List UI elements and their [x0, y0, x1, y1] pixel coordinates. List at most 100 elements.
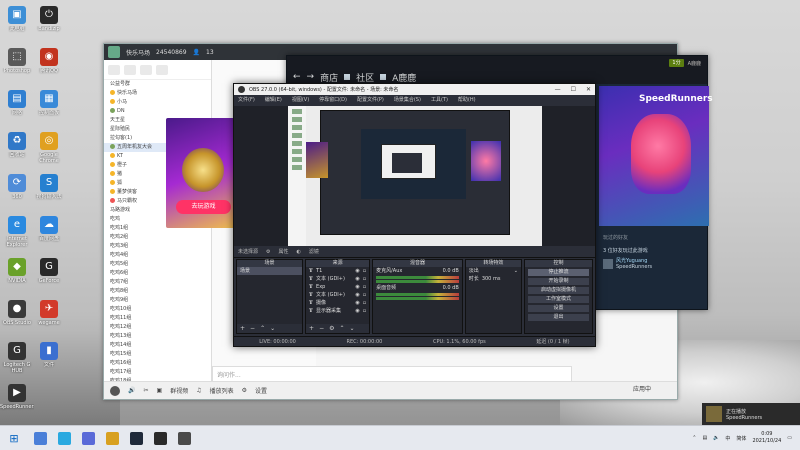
volume-slider[interactable] [376, 297, 459, 300]
volume-icon[interactable]: 🔊 [128, 387, 135, 394]
source-item[interactable]: T 文本 (GDI+) ◉ ▫ [306, 291, 369, 299]
maximize-icon[interactable]: ☐ [571, 86, 576, 93]
playlist-button[interactable]: 播放列表 [210, 386, 234, 395]
eye-icon[interactable]: ◉ [355, 307, 359, 315]
contact-item[interactable]: 吃鸡15组 [104, 350, 211, 359]
studio-mode-button[interactable]: 工作室模式 [527, 296, 589, 303]
friend-row[interactable]: 风光Yuguang SpeedRunners [603, 257, 707, 270]
desktop-icon[interactable]: ♻ 回收站 [0, 130, 34, 168]
desktop-icon[interactable]: ☁ 百度网盘 [32, 214, 66, 252]
source-item[interactable]: T 摄像 ◉ ▫ [306, 299, 369, 307]
menu-item[interactable]: 编辑(E) [265, 96, 282, 103]
contact-item[interactable]: 吃鸡16组 [104, 359, 211, 368]
stop-stream-button[interactable]: 停止推流 [527, 269, 589, 276]
contact-item[interactable]: 吃鸡10组 [104, 305, 211, 314]
tab-apps[interactable] [156, 64, 168, 75]
taskbar-app[interactable] [100, 426, 124, 450]
contact-item[interactable]: DN [104, 107, 211, 116]
contact-item[interactable]: 吃鸡14组 [104, 341, 211, 350]
contact-item[interactable]: 吃鸡13组 [104, 332, 211, 341]
source-item[interactable]: T 显示器采集 ◉ ▫ [306, 307, 369, 315]
desktop-icon[interactable]: ⟳ 360 [0, 172, 34, 210]
menu-item[interactable]: 工具(T) [431, 96, 448, 103]
contact-item[interactable]: 吃鸡12组 [104, 323, 211, 332]
contact-item[interactable]: 吃鸡8组 [104, 287, 211, 296]
game-advert[interactable]: 去玩游戏 [166, 118, 241, 228]
taskbar-app[interactable] [52, 426, 76, 450]
back-icon[interactable]: ← [293, 72, 301, 82]
settings-button[interactable]: 设置 [527, 305, 589, 312]
contact-item[interactable]: 吃鸡5组 [104, 260, 211, 269]
lock-icon[interactable]: ▫ [363, 283, 369, 291]
lock-icon[interactable]: ▫ [363, 275, 369, 283]
network-icon[interactable]: ▤ [702, 435, 707, 441]
lock-icon[interactable]: ▫ [363, 299, 369, 307]
contact-item[interactable]: 吃鸡6组 [104, 269, 211, 278]
taskbar-app[interactable] [148, 426, 172, 450]
forward-icon[interactable]: → [307, 72, 315, 82]
start-recording-button[interactable]: 开始录制 [527, 278, 589, 285]
lock-icon[interactable]: ▫ [363, 291, 369, 299]
menu-item[interactable]: 场景集合(S) [394, 96, 421, 103]
desktop-icon[interactable]: G Logitech G HUB [0, 340, 34, 378]
contact-item[interactable]: 吃鸡4组 [104, 251, 211, 260]
message-input[interactable]: 询问作... [212, 366, 572, 382]
menu-item[interactable]: 停靠窗口(D) [319, 96, 347, 103]
desktop-icon[interactable]: ⬚ Photoshop [0, 46, 34, 84]
notification-icon[interactable]: ▭ [787, 435, 792, 441]
transition-select[interactable]: 淡出 ⌄ [466, 267, 521, 275]
emoji-icon[interactable] [110, 385, 120, 396]
contact-item[interactable]: 吃鸡9组 [104, 296, 211, 305]
language-indicator[interactable]: 简体 [736, 435, 746, 442]
video-call-button[interactable]: 群视频 [170, 386, 188, 395]
windows-start-icon[interactable]: ⊞ [0, 426, 28, 450]
volume-slider[interactable] [376, 280, 459, 283]
add-icon[interactable]: + [240, 325, 245, 332]
settings-button[interactable]: 设置 [255, 386, 267, 395]
obs-preview-canvas[interactable] [290, 106, 542, 246]
contact-item[interactable]: 快乐马场 [104, 89, 211, 98]
volume-icon[interactable]: 🔈 [713, 435, 719, 441]
menu-item[interactable]: 文件(F) [238, 96, 255, 103]
nav-community[interactable]: 社区 [356, 71, 374, 84]
advert-play-button[interactable]: 去玩游戏 [176, 200, 231, 214]
desktop-icon[interactable]: ⏻ Bandizip [32, 4, 66, 42]
desktop-icon[interactable]: ▶ SpeedRunners [0, 382, 34, 420]
taskbar-app[interactable] [124, 426, 148, 450]
close-icon[interactable]: ✕ [586, 86, 591, 93]
source-item[interactable]: T 文本 (GDI+) ◉ ▫ [306, 275, 369, 283]
desktop-icon[interactable]: ▣ 此电脑 [0, 4, 34, 42]
app-center-button[interactable]: 应用中 [633, 384, 669, 396]
taskbar-app[interactable] [28, 426, 52, 450]
group-avatar[interactable] [108, 46, 120, 58]
scene-item[interactable]: 场景 [237, 267, 303, 275]
chevron-up-icon[interactable]: ⌃ [692, 435, 696, 441]
nav-store[interactable]: 商店 [320, 71, 338, 84]
desktop-icon[interactable]: S 搜狗输入法 [32, 172, 66, 210]
eye-icon[interactable]: ◉ [355, 275, 359, 283]
gear-icon[interactable]: ⚙ [329, 325, 334, 332]
add-icon[interactable]: + [309, 325, 314, 332]
desktop-icon[interactable]: ◆ NVIDIA [0, 256, 34, 294]
desktop-icon[interactable]: ✈ wegame [32, 298, 66, 336]
down-icon[interactable]: ⌄ [350, 325, 355, 332]
steam-username[interactable]: A鹿鹿 [688, 60, 701, 67]
obs-title-bar[interactable]: OBS 27.0.0 (64-bit, windows) - 配置文件: 未命名… [234, 84, 595, 95]
steam-points-badge[interactable]: 1分 [669, 59, 684, 67]
image-icon[interactable]: ▣ [157, 387, 163, 394]
remove-icon[interactable]: − [319, 325, 324, 332]
desktop-icon[interactable]: e Internet Explorer [0, 214, 34, 252]
desktop-icon[interactable]: ◎ Google Chrome [32, 130, 66, 168]
down-icon[interactable]: ⌄ [270, 325, 275, 332]
contact-item[interactable]: 吃鸡7组 [104, 278, 211, 287]
source-item[interactable]: T Exp ◉ ▫ [306, 283, 369, 291]
game-notification[interactable]: 正在播放 SpeedRunners [702, 403, 800, 425]
desktop-icon[interactable]: ▤ 网络 [0, 88, 34, 126]
desktop-icon[interactable]: ▮ 文件 [32, 340, 66, 378]
remove-icon[interactable]: − [250, 325, 255, 332]
properties-button[interactable]: 属性 [279, 248, 289, 255]
filters-button[interactable]: 滤镜 [309, 248, 319, 255]
lock-icon[interactable]: ▫ [363, 267, 369, 275]
eye-icon[interactable]: ◉ [355, 291, 359, 299]
contact-item[interactable]: 小马 [104, 98, 211, 107]
